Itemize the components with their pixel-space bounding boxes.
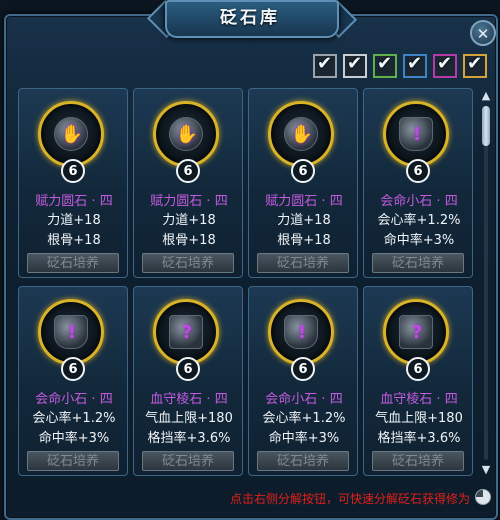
cultivate-button[interactable]: 砭石培养 [257,253,349,273]
cultivate-button[interactable]: 砭石培养 [257,451,349,471]
hand-gem-icon: ✋ [169,117,203,151]
gem-glyph: ✋ [175,124,199,145]
gem-slot[interactable]: ! [383,101,449,167]
window-title: 砭石库 [220,8,280,28]
level-badge: 6 [406,159,430,183]
scroll-thumb[interactable] [482,106,490,146]
level-badge: 6 [291,159,315,183]
check-icon: ✔ [407,53,423,74]
stone-stat-primary: 力道+18 [47,213,101,228]
filter-checkbox-orange[interactable]: ✔ [463,53,487,78]
level-badge: 6 [176,159,200,183]
square-gem-icon: ? [169,315,203,349]
shield-gem-icon: ! [399,117,433,151]
stone-stat-secondary: 根骨+18 [47,233,101,248]
stone-card[interactable]: ? 6 血守棱石 · 四气血上限+180 格挡率+3.6% 砭石培养 [133,286,243,476]
decompose-hint-text: 点击右侧分解按钮，可快速分解砭石获得修为 [229,492,470,506]
level-badge: 6 [291,357,315,381]
gem-slot[interactable]: ✋ [153,101,219,167]
gem-glyph: ! [412,124,422,145]
scroll-up-arrow-icon[interactable]: ▲ [480,90,492,102]
stone-name: 血守棱石 · 四 [150,392,228,407]
scroll-track[interactable] [484,106,488,460]
check-icon: ✔ [437,53,453,74]
stone-stat-primary: 力道+18 [277,213,331,228]
stone-stat-secondary: 命中率+3% [38,431,110,446]
gem-glyph: ! [67,322,77,343]
close-button[interactable]: ✕ [470,20,496,46]
level-badge: 6 [61,357,85,381]
stone-card[interactable]: ✋ 6 赋力圆石 · 四力道+18 根骨+18 砭石培养 [133,88,243,278]
gem-slot[interactable]: ! [38,299,104,365]
level-badge: 6 [406,357,430,381]
filter-checkbox-white[interactable]: ✔ [343,53,367,78]
gem-slot[interactable]: ? [153,299,219,365]
scrollbar[interactable]: ▲ ▼ [480,90,492,476]
stone-stat-secondary: 格挡率+3.6% [147,431,231,446]
level-badge: 6 [61,159,85,183]
shield-gem-icon: ! [54,315,88,349]
stone-stat-secondary: 命中率+3% [268,431,340,446]
cultivate-button[interactable]: 砭石培养 [372,253,464,273]
stone-stat-primary: 会心率+1.2% [377,213,461,228]
shield-gem-icon: ! [284,315,318,349]
hand-gem-icon: ✋ [284,117,318,151]
gem-glyph: ? [411,322,423,343]
cultivate-button[interactable]: 砭石培养 [372,451,464,471]
stone-name: 赋力圆石 · 四 [35,194,113,209]
gem-slot[interactable]: ✋ [38,101,104,167]
gem-glyph: ! [297,322,307,343]
scroll-down-arrow-icon[interactable]: ▼ [480,464,492,476]
filter-checkbox-blue[interactable]: ✔ [403,53,427,78]
quality-filter-bar: ✔ ✔ ✔ ✔ ✔ ✔ [313,53,487,78]
stone-stat-secondary: 命中率+3% [383,233,455,248]
hand-gem-icon: ✋ [54,117,88,151]
gem-slot[interactable]: ? [383,299,449,365]
stone-card[interactable]: ! 6 会命小石 · 四会心率+1.2% 命中率+3% 砭石培养 [248,286,358,476]
stone-card[interactable]: ✋ 6 赋力圆石 · 四力道+18 根骨+18 砭石培养 [18,88,128,278]
gem-slot[interactable]: ✋ [268,101,334,167]
gem-glyph: ✋ [290,124,314,145]
stone-stat-primary: 气血上限+180 [375,411,463,426]
stone-stat-secondary: 根骨+18 [162,233,216,248]
filter-checkbox-purple[interactable]: ✔ [433,53,457,78]
stone-stat-primary: 力道+18 [162,213,216,228]
check-icon: ✔ [347,53,363,74]
stone-name: 血守棱石 · 四 [380,392,458,407]
cultivate-button[interactable]: 砭石培养 [27,451,119,471]
check-icon: ✔ [317,53,333,74]
gem-glyph: ✋ [60,124,84,145]
stone-stat-primary: 会心率+1.2% [262,411,346,426]
stone-grid: ✋ 6 赋力圆石 · 四力道+18 根骨+18 砭石培养 ✋ 6 赋力圆石 · 四力道+18 根… [18,88,473,478]
close-icon: ✕ [476,25,490,43]
stone-name: 会命小石 · 四 [380,194,458,209]
stone-stat-secondary: 格挡率+3.6% [377,431,461,446]
filter-checkbox-all[interactable]: ✔ [313,53,337,78]
stone-stat-primary: 会心率+1.2% [32,411,116,426]
stone-name: 会命小石 · 四 [35,392,113,407]
stone-stat-secondary: 根骨+18 [277,233,331,248]
gem-glyph: ? [181,322,193,343]
level-badge: 6 [176,357,200,381]
check-icon: ✔ [467,53,483,74]
gem-slot[interactable]: ! [268,299,334,365]
check-icon: ✔ [377,53,393,74]
stone-card[interactable]: ! 6 会命小石 · 四会心率+1.2% 命中率+3% 砭石培养 [18,286,128,476]
stone-card[interactable]: ! 6 会命小石 · 四会心率+1.2% 命中率+3% 砭石培养 [363,88,473,278]
stone-card[interactable]: ? 6 血守棱石 · 四气血上限+180 格挡率+3.6% 砭石培养 [363,286,473,476]
cultivate-button[interactable]: 砭石培养 [142,253,234,273]
cultivate-button[interactable]: 砭石培养 [27,253,119,273]
stone-name: 会命小石 · 四 [265,392,343,407]
decompose-pie-icon[interactable] [475,489,491,505]
cultivate-button[interactable]: 砭石培养 [142,451,234,471]
filter-checkbox-green[interactable]: ✔ [373,53,397,78]
stone-stat-primary: 气血上限+180 [145,411,233,426]
stone-name: 赋力圆石 · 四 [150,194,228,209]
square-gem-icon: ? [399,315,433,349]
stone-card[interactable]: ✋ 6 赋力圆石 · 四力道+18 根骨+18 砭石培养 [248,88,358,278]
stone-name: 赋力圆石 · 四 [265,194,343,209]
